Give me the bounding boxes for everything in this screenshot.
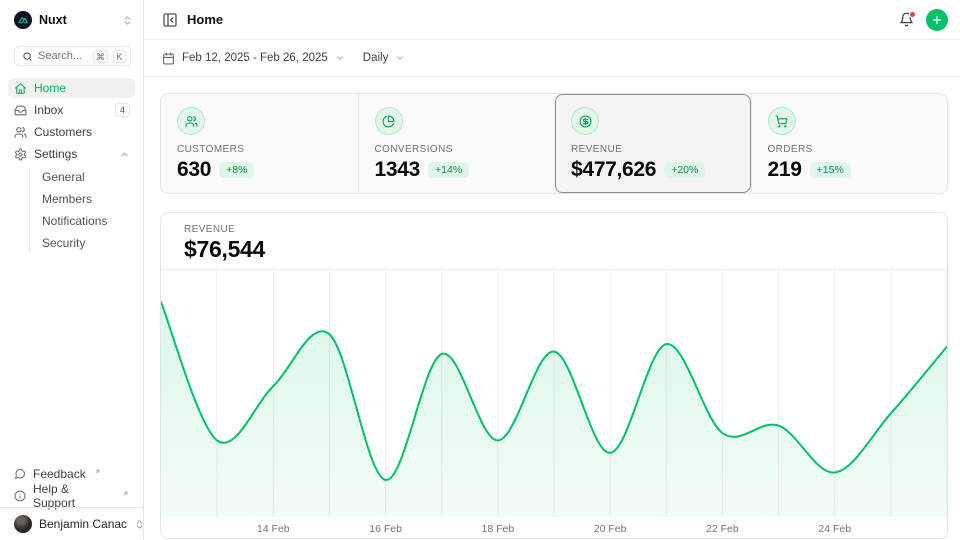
- dollar-circle-icon: [571, 107, 599, 135]
- page-title: Home: [187, 12, 223, 27]
- inbox-count-badge: 4: [115, 103, 130, 117]
- sidebar-nav: Home Inbox 4 Customers Settings: [8, 78, 135, 254]
- sidebar-item-home[interactable]: Home: [8, 78, 135, 98]
- chevrons-up-down-icon: [122, 15, 133, 26]
- chat-bubble-icon: [14, 468, 26, 480]
- stat-delta-badge: +20%: [664, 162, 705, 178]
- stat-label: ORDERS: [768, 144, 932, 155]
- date-range-label: Feb 12, 2025 - Feb 26, 2025: [182, 52, 328, 64]
- sidebar: Nuxt Search... ⌘ K Home: [0, 0, 144, 540]
- chart-current-value: $76,544: [184, 236, 924, 263]
- stat-value: 630: [177, 158, 211, 182]
- granularity-label: Daily: [363, 52, 389, 64]
- calendar-icon: [162, 52, 175, 65]
- collapse-sidebar-button[interactable]: [162, 12, 178, 28]
- add-button[interactable]: [926, 9, 948, 31]
- sidebar-item-notifications[interactable]: Notifications: [42, 210, 127, 232]
- stat-label: CONVERSIONS: [375, 144, 539, 155]
- granularity-select[interactable]: Daily: [363, 52, 406, 64]
- topbar-actions: [899, 9, 948, 31]
- notification-dot: [909, 11, 916, 18]
- sidebar-item-settings[interactable]: Settings: [8, 144, 135, 164]
- search-placeholder: Search...: [38, 50, 88, 62]
- main-area: Home Feb 12, 2025 - Feb 26, 2025: [144, 0, 960, 540]
- stat-delta-badge: +8%: [219, 162, 254, 178]
- inbox-icon: [14, 104, 27, 117]
- users-icon: [177, 107, 205, 135]
- sub-item-label: Notifications: [42, 214, 107, 228]
- stat-card-customers[interactable]: CUSTOMERS 630 +8%: [161, 94, 358, 193]
- svg-text:20 Feb: 20 Feb: [594, 523, 627, 535]
- dashboard-app: Nuxt Search... ⌘ K Home: [0, 0, 960, 540]
- users-icon: [14, 126, 27, 139]
- svg-text:18 Feb: 18 Feb: [482, 523, 515, 535]
- stat-value: $477,626: [571, 158, 656, 182]
- nuxt-logo-icon: [14, 11, 32, 29]
- help-support-label: Help & Support: [33, 482, 114, 510]
- help-support-link[interactable]: Help & Support: [8, 485, 135, 507]
- sidebar-footer: Feedback Help & Support: [8, 463, 135, 507]
- sidebar-item-label: Inbox: [34, 103, 63, 117]
- avatar: [14, 515, 32, 533]
- user-menu[interactable]: Benjamin Canac: [0, 507, 143, 540]
- stat-delta-badge: +14%: [428, 162, 469, 178]
- sidebar-item-customers[interactable]: Customers: [8, 122, 135, 142]
- stat-value: 219: [768, 158, 802, 182]
- stat-card-conversions[interactable]: CONVERSIONS 1343 +14%: [358, 94, 555, 193]
- sidebar-item-label: Home: [34, 81, 66, 95]
- feedback-label: Feedback: [33, 467, 86, 481]
- chart-header: REVENUE $76,544: [161, 213, 947, 270]
- gear-icon: [14, 148, 27, 161]
- revenue-chart-card: REVENUE $76,544 14 Feb 16 Feb 18 Feb 20 Feb…: [160, 212, 948, 539]
- sidebar-item-label: Settings: [34, 147, 77, 161]
- search-input[interactable]: Search... ⌘ K: [14, 46, 131, 66]
- stat-card-revenue[interactable]: REVENUE $477,626 +20%: [554, 94, 751, 193]
- stat-value: 1343: [375, 158, 421, 182]
- date-range-picker[interactable]: Feb 12, 2025 - Feb 26, 2025: [162, 52, 345, 65]
- workspace-name: Nuxt: [39, 13, 115, 27]
- sub-item-label: Security: [42, 236, 85, 250]
- sub-item-label: Members: [42, 192, 92, 206]
- sidebar-item-members[interactable]: Members: [42, 188, 127, 210]
- filters-toolbar: Feb 12, 2025 - Feb 26, 2025 Daily: [144, 40, 960, 77]
- external-link-icon: [94, 468, 101, 475]
- svg-text:14 Feb: 14 Feb: [257, 523, 290, 535]
- chevron-down-icon: [395, 53, 405, 63]
- sidebar-item-inbox[interactable]: Inbox 4: [8, 100, 135, 120]
- info-circle-icon: [14, 490, 26, 502]
- plus-icon: [931, 14, 943, 26]
- svg-text:22 Feb: 22 Feb: [706, 523, 739, 535]
- notifications-button[interactable]: [899, 12, 914, 27]
- kbd-cmd: ⌘: [93, 50, 108, 63]
- stat-card-orders[interactable]: ORDERS 219 +15%: [751, 94, 948, 193]
- chart-title: REVENUE: [184, 224, 924, 235]
- svg-text:16 Feb: 16 Feb: [369, 523, 402, 535]
- sidebar-item-label: Customers: [34, 125, 92, 139]
- sub-item-label: General: [42, 170, 85, 184]
- sidebar-item-general[interactable]: General: [42, 166, 127, 188]
- sidebar-item-security[interactable]: Security: [42, 232, 127, 254]
- stat-delta-badge: +15%: [810, 162, 851, 178]
- submenu-rail: [29, 168, 30, 252]
- search-icon: [22, 51, 33, 62]
- external-link-icon: [122, 490, 129, 497]
- chevron-up-icon: [119, 149, 130, 160]
- chevron-down-icon: [335, 53, 345, 63]
- user-name: Benjamin Canac: [39, 517, 127, 531]
- svg-text:24 Feb: 24 Feb: [818, 523, 851, 535]
- stat-label: REVENUE: [571, 144, 735, 155]
- stat-cards: CUSTOMERS 630 +8% CONVERSIONS 1343 +14%: [160, 93, 948, 194]
- content: CUSTOMERS 630 +8% CONVERSIONS 1343 +14%: [144, 77, 960, 539]
- home-icon: [14, 82, 27, 95]
- revenue-area-chart[interactable]: 14 Feb 16 Feb 18 Feb 20 Feb 22 Feb 24 Feb: [161, 270, 947, 538]
- pie-chart-icon: [375, 107, 403, 135]
- cart-icon: [768, 107, 796, 135]
- stat-label: CUSTOMERS: [177, 144, 342, 155]
- workspace-switcher[interactable]: Nuxt: [0, 0, 143, 29]
- settings-submenu: General Members Notifications Security: [16, 166, 127, 254]
- kbd-k: K: [113, 50, 126, 63]
- topbar: Home: [144, 0, 960, 40]
